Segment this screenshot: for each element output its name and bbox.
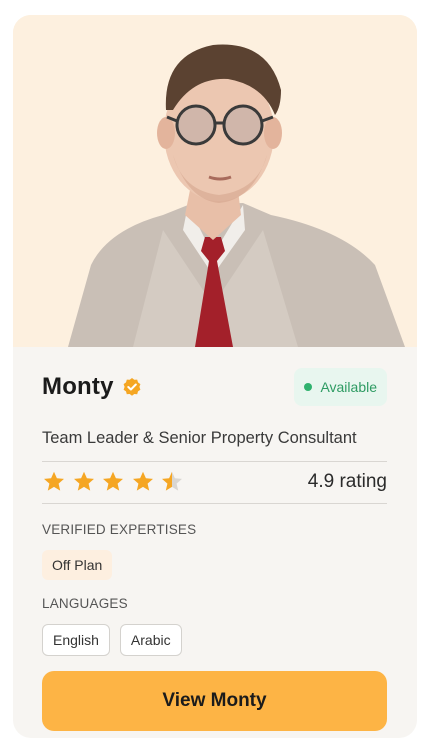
status-label: Available (320, 379, 377, 395)
agent-details: Monty Available Team Leader & Senior Pro… (13, 347, 417, 738)
status-badge: Available (294, 368, 387, 406)
divider (42, 503, 387, 504)
agent-card[interactable]: Monty Available Team Leader & Senior Pro… (13, 15, 417, 738)
star-rating (42, 470, 190, 494)
language-chip: English (42, 624, 110, 656)
expertise-section-label: VERIFIED EXPERTISES (42, 522, 197, 537)
verified-badge-icon (122, 377, 142, 397)
rating-text: 4.9 rating (307, 471, 387, 492)
agent-role: Team Leader & Senior Property Consultant (42, 429, 357, 447)
language-chip: Arabic (119, 624, 182, 656)
agent-photo (13, 15, 417, 347)
agent-name: Monty (42, 373, 114, 400)
star-icon (103, 471, 123, 491)
agent-name-row: Monty (42, 373, 142, 401)
star-half-icon (162, 471, 182, 491)
languages-list: English Arabic (42, 624, 192, 656)
languages-section-label: LANGUAGES (42, 596, 128, 611)
star-icon (73, 471, 94, 491)
divider (42, 461, 387, 462)
status-dot-icon (304, 383, 313, 391)
view-agent-button[interactable]: View Monty (42, 671, 387, 731)
star-icon (132, 471, 153, 491)
expertise-chip: Off Plan (42, 550, 113, 580)
star-icon (44, 471, 64, 491)
